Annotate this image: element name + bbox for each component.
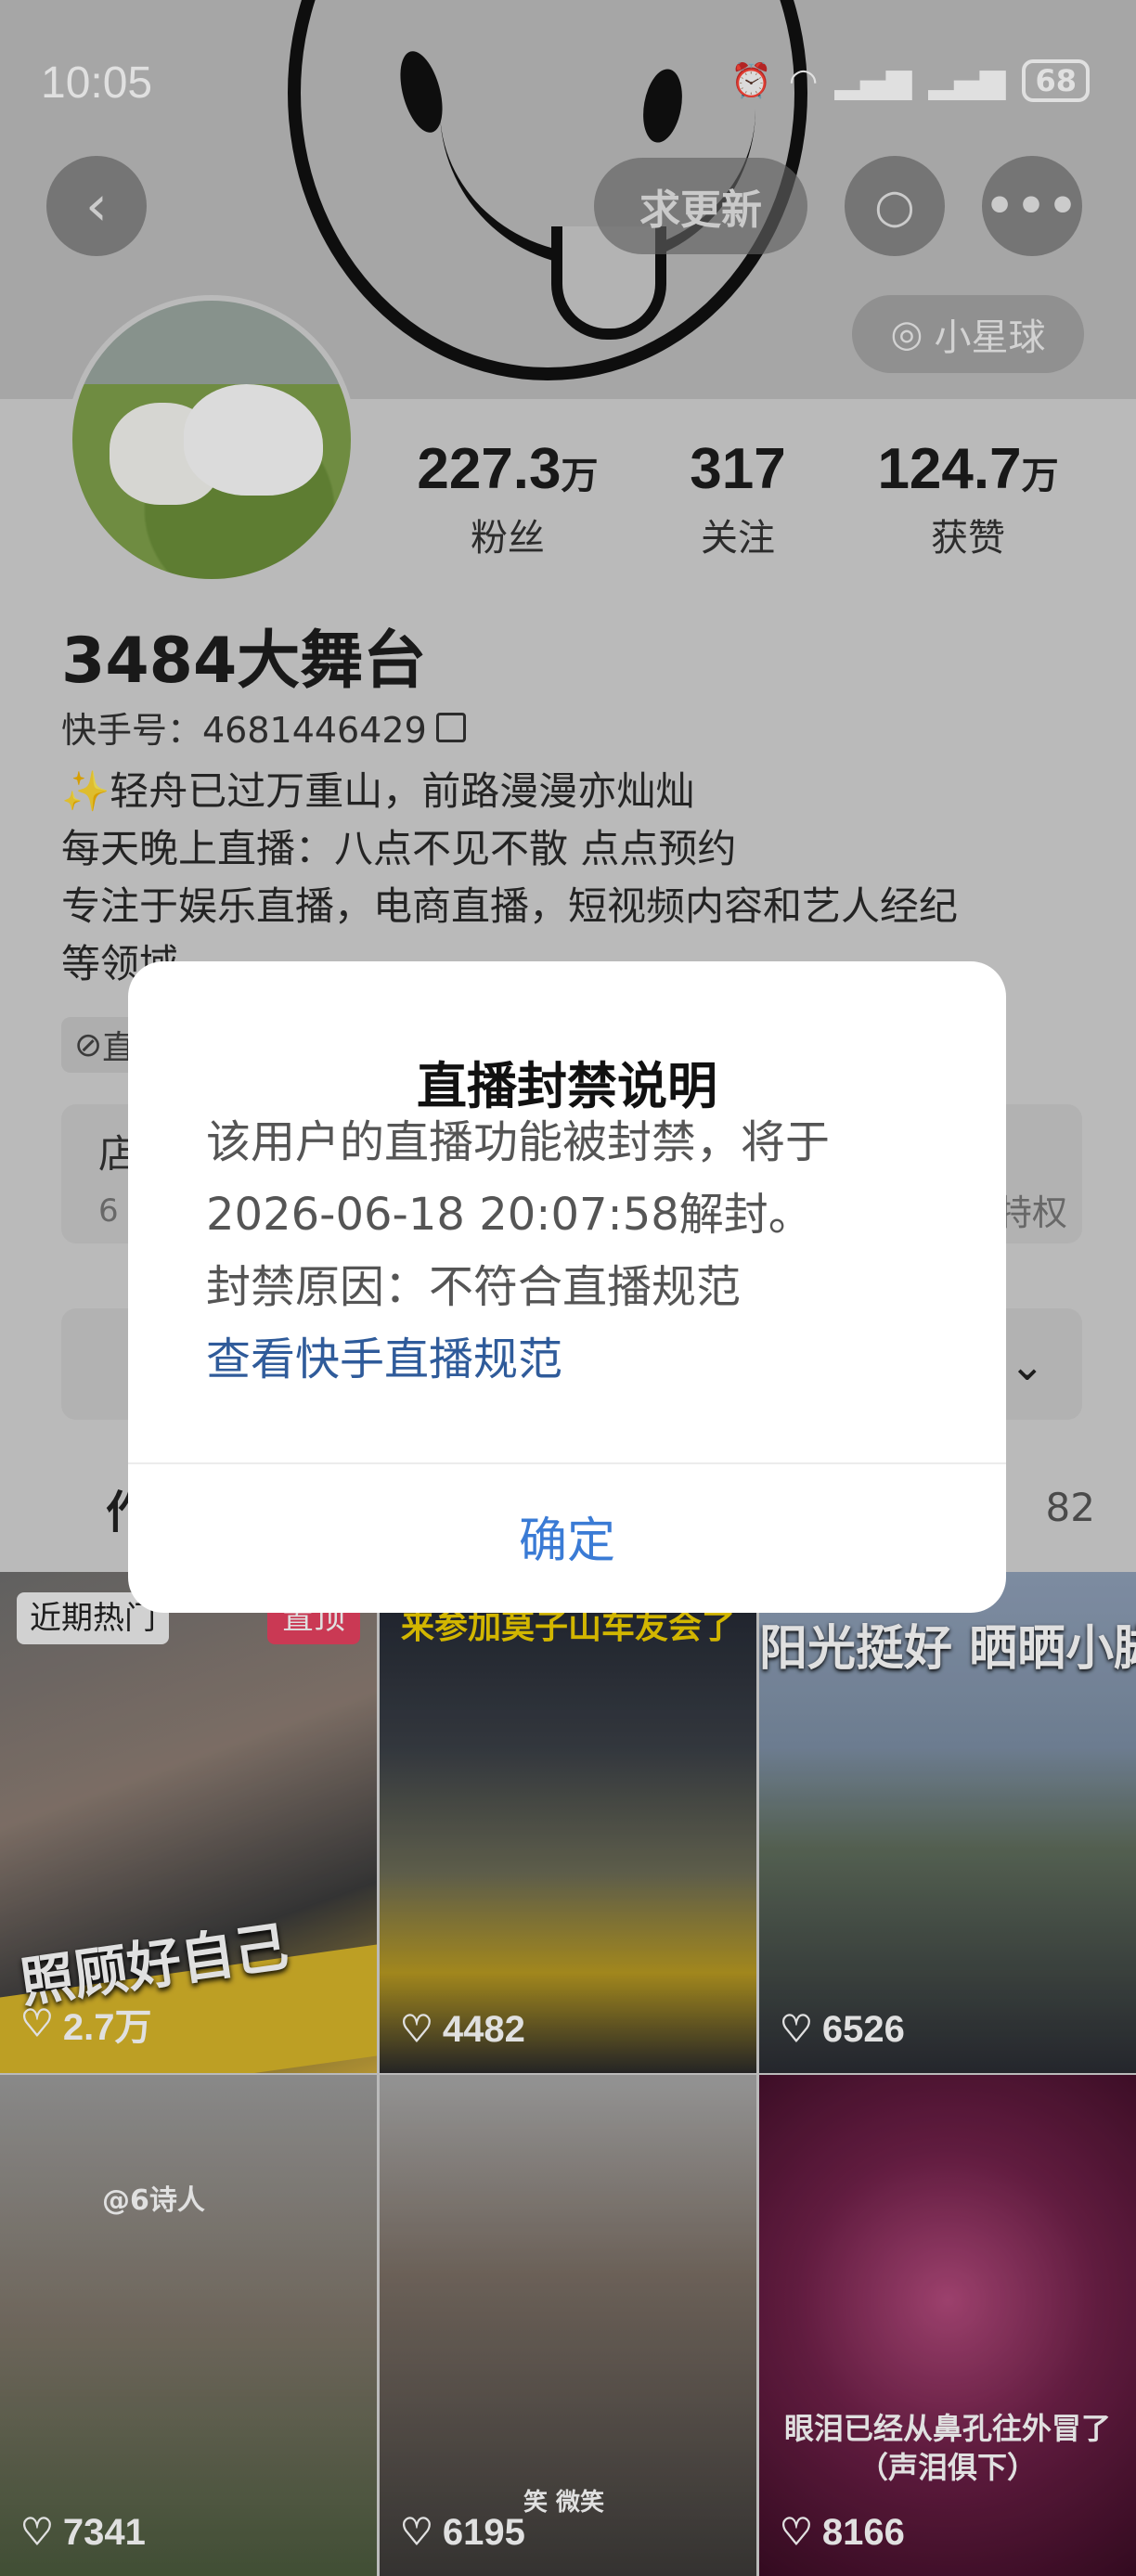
profile-page: 10:05 ⏰ ◠ ▂▄▆ ▂▄▆ 68 ‹ 求更新 ○ ••• ◎ 小星球 2… <box>0 0 1136 2576</box>
confirm-button[interactable]: 确定 <box>128 1501 1006 1571</box>
live-rules-link[interactable]: 查看快手直播规范 <box>206 1323 967 1396</box>
dialog-line: 2026-06-18 20:07:58解封。 <box>206 1189 813 1241</box>
dialog-divider <box>128 1462 1006 1464</box>
dialog-reason: 封禁原因：不符合直播规范 <box>206 1261 742 1313</box>
dialog-body: 该用户的直播功能被封禁，将于 2026-06-18 20:07:58解封。 封禁… <box>206 1106 967 1396</box>
live-ban-dialog: 直播封禁说明 该用户的直播功能被封禁，将于 2026-06-18 20:07:5… <box>128 961 1006 1613</box>
dialog-line: 该用户的直播功能被封禁，将于 <box>206 1116 831 1168</box>
